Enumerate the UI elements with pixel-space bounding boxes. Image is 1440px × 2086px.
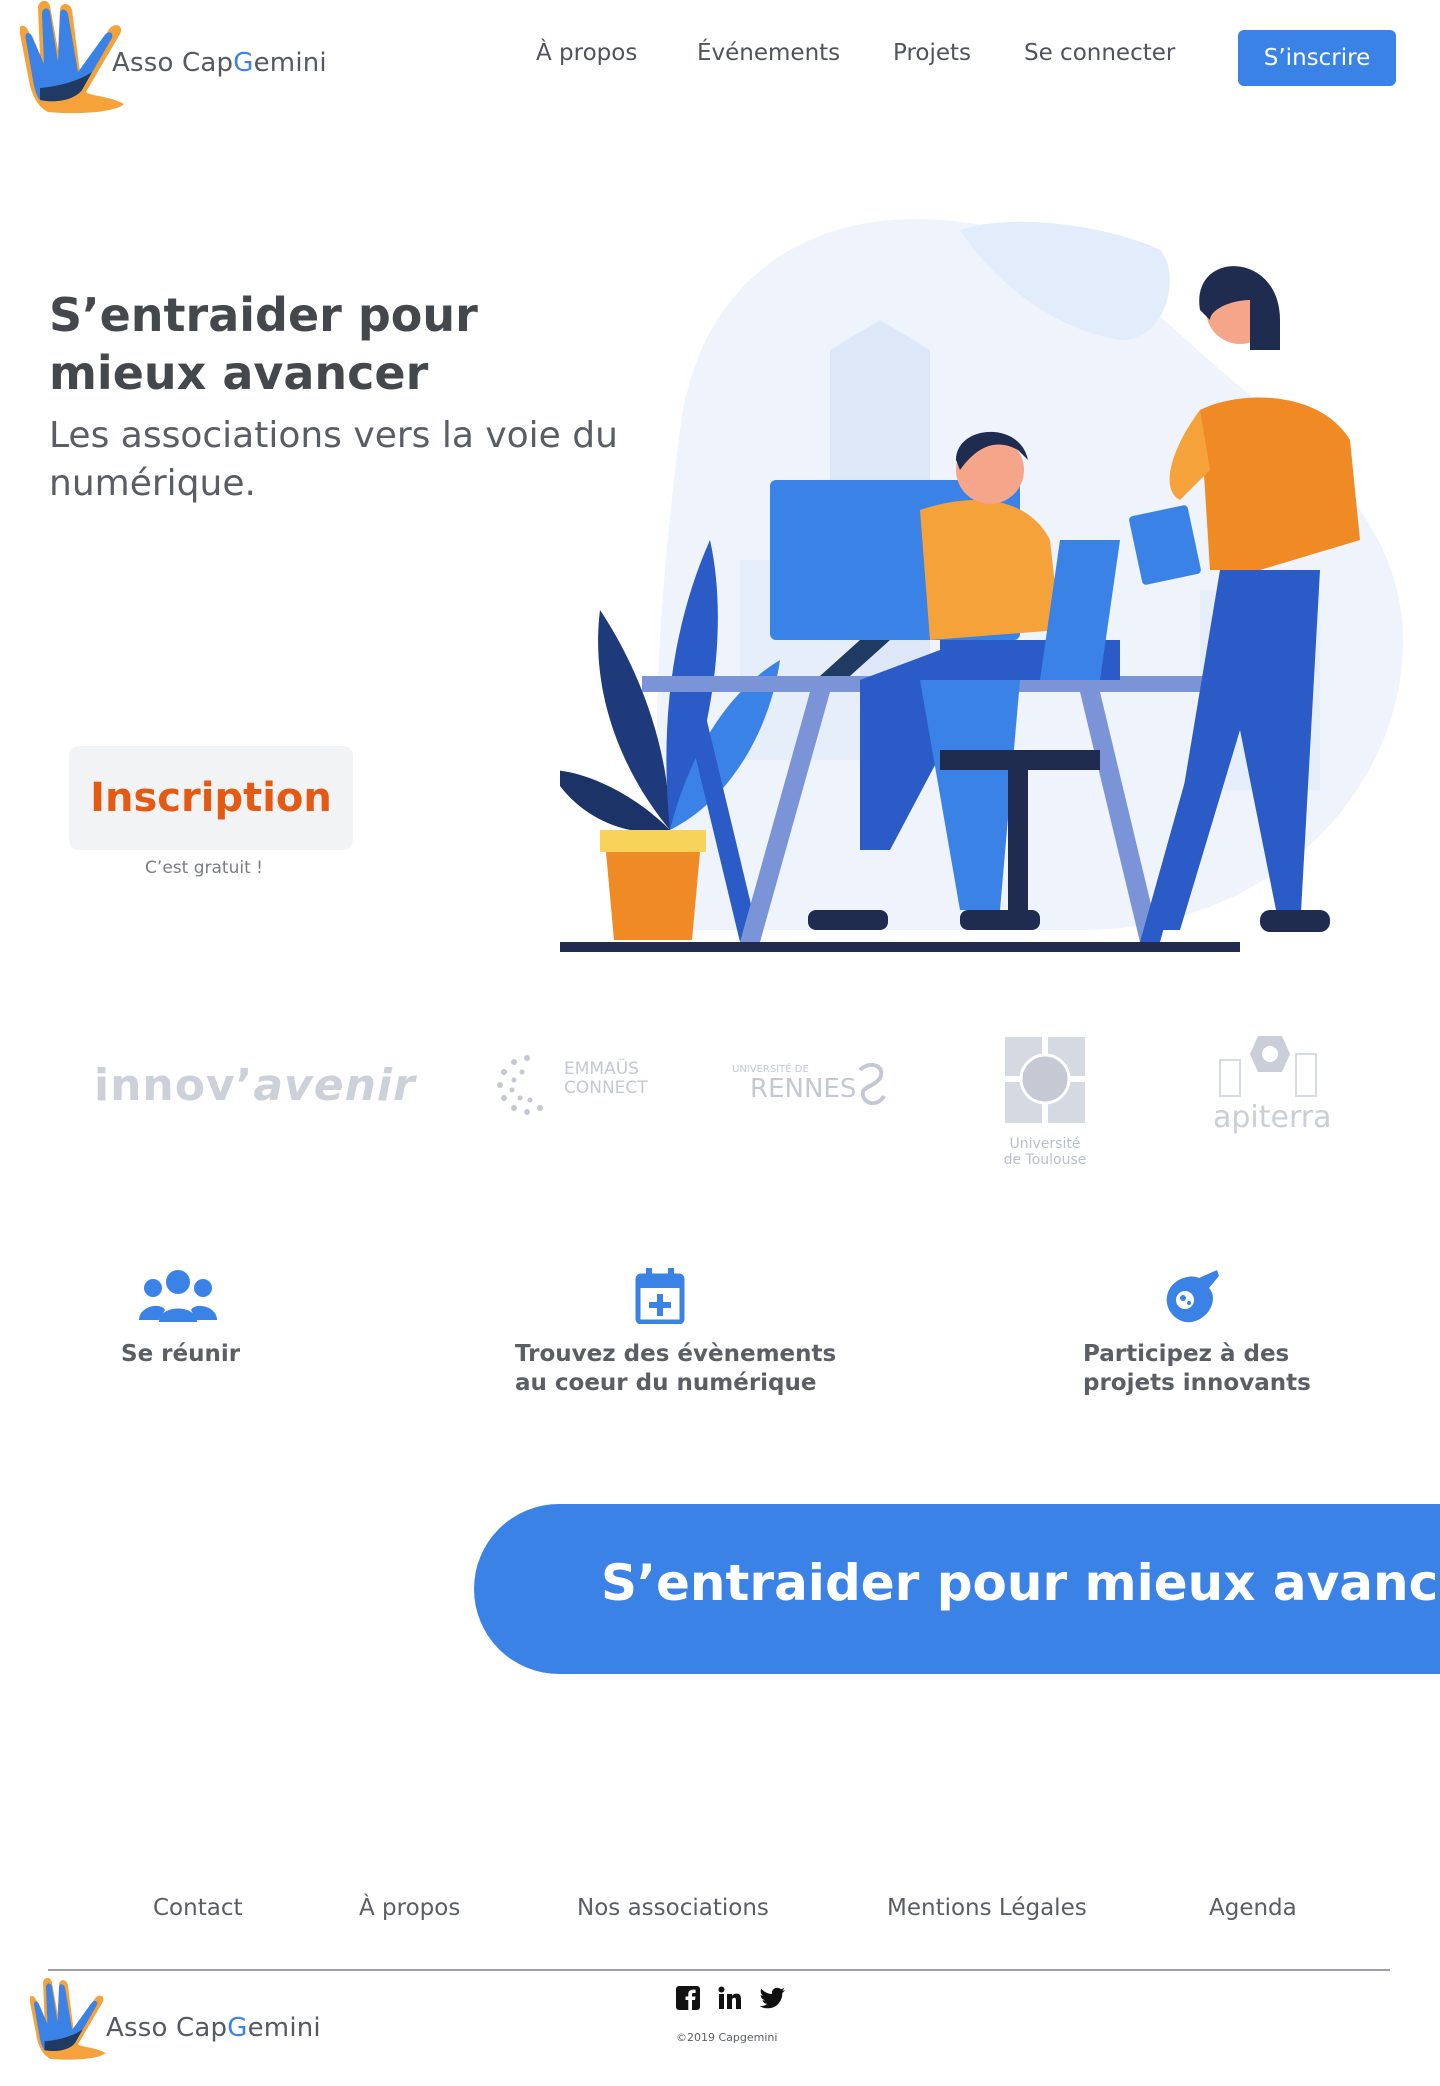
toulouse-line1: Université bbox=[1009, 1136, 1081, 1152]
hero-illustration bbox=[560, 218, 1404, 952]
feature-evenements: Trouvez des évènements au coeur du numéri… bbox=[515, 1268, 836, 1398]
feature-projets-line2: projets innovants bbox=[1083, 1370, 1311, 1396]
linkedin-icon[interactable] bbox=[718, 1986, 742, 2010]
footer-link-apropos[interactable]: À propos bbox=[359, 1895, 460, 1921]
feature-evenements-line1: Trouvez des évènements bbox=[515, 1341, 837, 1367]
apiterra-text: apiterra bbox=[1213, 1100, 1332, 1135]
partner-apiterra: apiterra bbox=[1210, 1030, 1340, 1135]
rocket-icon bbox=[1166, 1270, 1219, 1323]
nav-projets[interactable]: Projets bbox=[893, 40, 971, 66]
inscription-button[interactable]: Inscription bbox=[69, 746, 353, 850]
hive-icon bbox=[1219, 1036, 1317, 1097]
group-icon bbox=[139, 1270, 217, 1322]
footer-link-agenda[interactable]: Agenda bbox=[1209, 1895, 1297, 1921]
footer-divider bbox=[48, 1969, 1390, 1971]
feature-evenements-line2: au coeur du numérique bbox=[515, 1370, 817, 1396]
inscription-label: Inscription bbox=[90, 775, 332, 821]
partner-universite-rennes: UNIVERSITÉ DE RENNES bbox=[732, 1060, 892, 1120]
facebook-icon[interactable] bbox=[676, 1986, 700, 2010]
dots-logo-icon bbox=[497, 1055, 543, 1115]
copyright: ©2019 Capgemini bbox=[676, 2031, 778, 2044]
seal-icon bbox=[1005, 1037, 1085, 1123]
partners-strip: innov’avenir EMMAÜS CONNECT UNIVERSITÉ DE… bbox=[0, 1020, 1440, 1180]
brand-name: Asso CapGemini bbox=[112, 48, 327, 78]
hero-title: S’entraider pour mieux avancer bbox=[49, 288, 478, 400]
emmaus-line2: CONNECT bbox=[564, 1078, 648, 1098]
feature-reunir: Se réunir bbox=[121, 1268, 240, 1369]
site-header: Asso CapGemini À propos Événements Proje… bbox=[0, 0, 1440, 120]
toulouse-line2: de Toulouse bbox=[1003, 1152, 1087, 1168]
brand-logo[interactable]: Asso CapGemini bbox=[20, 0, 340, 120]
feature-reunir-label: Se réunir bbox=[121, 1341, 241, 1367]
partner-universite-toulouse: Université de Toulouse bbox=[1000, 1032, 1090, 1172]
banner-text: S’entraider pour mieux avancer bbox=[601, 1554, 1440, 1612]
footer-brand-name: Asso CapGemini bbox=[106, 2013, 321, 2043]
partner-innovavenir: innov’avenir bbox=[94, 1060, 416, 1111]
nav-apropos[interactable]: À propos bbox=[536, 40, 637, 66]
nav-login[interactable]: Se connecter bbox=[1024, 40, 1175, 66]
social-links bbox=[676, 1986, 785, 2010]
calendar-plus-icon bbox=[635, 1268, 685, 1324]
inscription-note: C’est gratuit ! bbox=[145, 858, 263, 878]
slogan-banner: S’entraider pour mieux avancer bbox=[474, 1504, 1440, 1674]
footer-logo[interactable]: Asso CapGemini bbox=[30, 1975, 350, 2075]
twitter-icon[interactable] bbox=[759, 1986, 785, 2010]
partner-emmaus-connect: EMMAÜS CONNECT bbox=[492, 1050, 652, 1120]
dragon-icon bbox=[858, 1062, 886, 1105]
signup-button[interactable]: S’inscrire bbox=[1238, 30, 1396, 86]
feature-projets: Participez à des projets innovants bbox=[1083, 1268, 1311, 1398]
feature-projets-line1: Participez à des bbox=[1083, 1341, 1290, 1367]
nav-events[interactable]: Événements bbox=[697, 40, 840, 66]
footer-link-associations[interactable]: Nos associations bbox=[577, 1895, 769, 1921]
footer-link-mentions[interactable]: Mentions Légales bbox=[887, 1895, 1087, 1921]
rennes-big: RENNES bbox=[750, 1074, 857, 1104]
emmaus-line1: EMMAÜS bbox=[564, 1059, 639, 1079]
hand-logo-icon bbox=[30, 1978, 106, 2060]
footer-link-contact[interactable]: Contact bbox=[153, 1895, 242, 1921]
